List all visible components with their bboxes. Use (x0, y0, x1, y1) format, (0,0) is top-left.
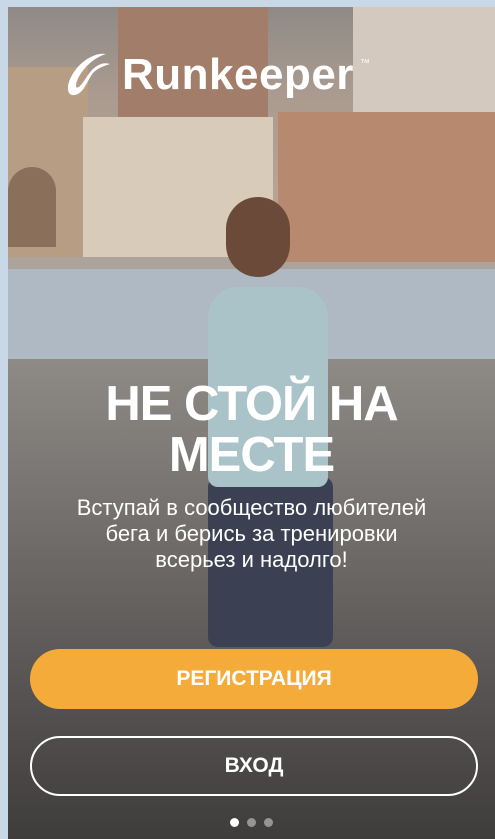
onboarding-screen: Runkeeper ™ НЕ СТОЙ НА МЕСТЕ Вступай в с… (8, 7, 495, 839)
runkeeper-logo-icon (67, 53, 110, 96)
page-dot[interactable] (230, 818, 239, 827)
login-button[interactable]: ВХОД (30, 736, 478, 796)
background-photo (226, 197, 290, 277)
brand-logo: Runkeeper ™ (60, 50, 370, 100)
background-photo (8, 167, 56, 247)
login-button-label: ВХОД (224, 754, 284, 777)
brand-name: Runkeeper (122, 50, 354, 99)
trademark: ™ (359, 58, 370, 69)
headline-line: НЕ СТОЙ НА (105, 377, 398, 431)
headline-line: МЕСТЕ (168, 428, 335, 482)
register-button[interactable]: РЕГИСТРАЦИЯ (30, 649, 478, 709)
background-photo (278, 112, 495, 262)
page-dot[interactable] (247, 818, 256, 827)
page-indicator (8, 818, 495, 827)
register-button-label: РЕГИСТРАЦИЯ (176, 667, 332, 690)
page-dot[interactable] (264, 818, 273, 827)
page-title: НЕ СТОЙ НА МЕСТЕ (8, 379, 495, 481)
background-photo (353, 7, 495, 117)
subtitle: Вступай в сообщество любителей бега и бе… (76, 495, 427, 572)
